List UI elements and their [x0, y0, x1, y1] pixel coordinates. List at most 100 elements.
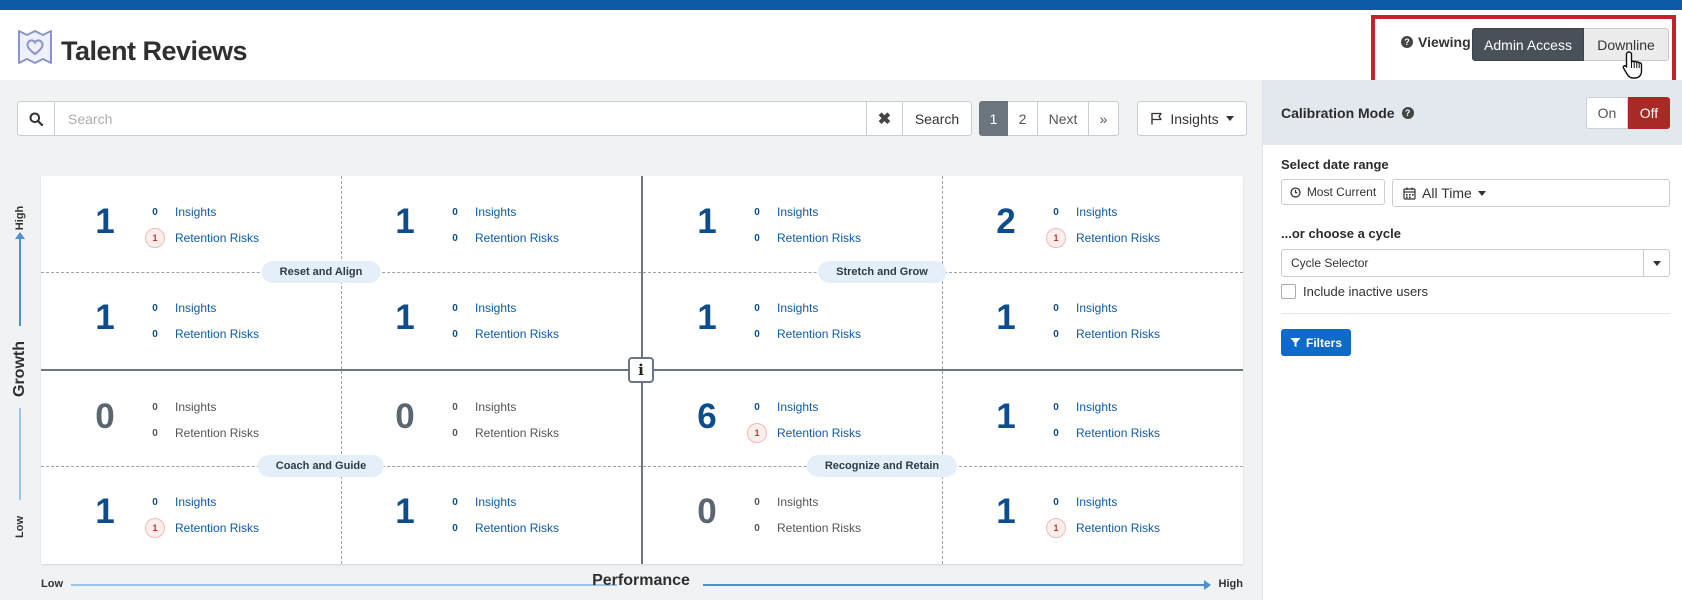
retention-risks-metric: 0 Retention Risks [1046, 423, 1160, 443]
insights-metric-label[interactable]: Insights [1076, 495, 1117, 509]
retention-risks-metric-label[interactable]: Retention Risks [1076, 327, 1160, 341]
cell-count[interactable]: 1 [986, 397, 1026, 437]
clear-search-icon[interactable]: ✖ [866, 102, 902, 135]
calibration-off-button[interactable]: Off [1628, 97, 1670, 129]
insights-metric-value: 0 [754, 496, 760, 508]
grid-cell[interactable]: 1 0 Insights 0 Retention Risks [643, 176, 943, 273]
cell-count[interactable]: 6 [687, 397, 727, 437]
grid-cell[interactable]: 1 0 Insights 1 Retention Risks [41, 176, 341, 273]
growth-axis-line-upper [19, 238, 21, 326]
search-input[interactable] [56, 102, 884, 135]
filters-button[interactable]: Filters [1281, 329, 1351, 356]
last-page-button[interactable]: » [1089, 101, 1119, 136]
cell-count[interactable]: 1 [385, 298, 425, 338]
insights-metric-label[interactable]: Insights [777, 301, 818, 315]
retention-risks-metric-label[interactable]: Retention Risks [777, 426, 861, 440]
cell-count[interactable]: 1 [687, 298, 727, 338]
retention-risks-metric-value: 1 [1046, 228, 1066, 248]
grid-cell[interactable]: 1 0 Insights 0 Retention Risks [643, 272, 943, 369]
include-inactive-checkbox[interactable] [1281, 284, 1296, 299]
cycle-selector[interactable]: Cycle Selector [1281, 249, 1644, 277]
insights-metric-label[interactable]: Insights [777, 205, 818, 219]
admin-access-button[interactable]: Admin Access [1472, 28, 1584, 61]
insights-metric-label[interactable]: Insights [175, 205, 216, 219]
cell-count[interactable]: 1 [385, 492, 425, 532]
next-page-button[interactable]: Next [1038, 101, 1089, 136]
grid-cell[interactable]: 1 0 Insights 0 Retention Risks [41, 272, 341, 369]
cell-count[interactable]: 1 [85, 202, 125, 242]
insights-metric-label[interactable]: Insights [475, 205, 516, 219]
insights-metric: 0 Insights [1046, 492, 1117, 512]
retention-risks-metric[interactable]: 1 Retention Risks [1046, 228, 1160, 248]
retention-risks-metric-label[interactable]: Retention Risks [475, 327, 559, 341]
retention-risks-metric-label[interactable]: Retention Risks [1076, 426, 1160, 440]
retention-risks-metric-label[interactable]: Retention Risks [1076, 231, 1160, 245]
grid-cell[interactable]: 1 0 Insights 1 Retention Risks [41, 466, 341, 563]
retention-risks-metric-label[interactable]: Retention Risks [175, 231, 259, 245]
retention-risks-metric-value: 0 [754, 232, 760, 244]
insights-metric-label[interactable]: Insights [1076, 301, 1117, 315]
cell-count[interactable]: 1 [85, 492, 125, 532]
insights-metric: 0 Insights [145, 397, 216, 417]
cell-count[interactable]: 1 [385, 202, 425, 242]
grid-cell[interactable]: 1 0 Insights 0 Retention Risks [341, 466, 641, 563]
grid-cell[interactable]: 6 0 Insights 1 Retention Risks [643, 371, 943, 468]
grid-cell[interactable]: 1 0 Insights 0 Retention Risks [341, 176, 641, 273]
retention-risks-metric-label[interactable]: Retention Risks [777, 327, 861, 341]
retention-risks-metric-label[interactable]: Retention Risks [475, 521, 559, 535]
grid-cell[interactable]: 1 0 Insights 0 Retention Risks [341, 272, 641, 369]
chevron-down-icon [1477, 190, 1486, 196]
cell-count[interactable]: 1 [986, 492, 1026, 532]
cell-count[interactable]: 0 [85, 397, 125, 437]
grid-cell[interactable]: 0 0 Insights 0 Retention Risks [643, 466, 943, 563]
main-panel: ✖ Search 1 2 Next » Insights High Growth… [0, 80, 1262, 600]
calibration-on-button[interactable]: On [1586, 97, 1628, 129]
search-button[interactable]: Search [902, 102, 971, 135]
insights-metric: 0 Insights [747, 397, 818, 417]
insights-metric-label[interactable]: Insights [475, 301, 516, 315]
retention-risks-metric[interactable]: 1 Retention Risks [145, 518, 259, 538]
grid-cell[interactable]: 2 0 Insights 1 Retention Risks [942, 176, 1242, 273]
performance-axis-low-label: Low [41, 578, 63, 590]
cell-count[interactable]: 1 [986, 298, 1026, 338]
retention-risks-metric-label[interactable]: Retention Risks [175, 327, 259, 341]
growth-axis: High Growth Low [10, 176, 30, 564]
retention-risks-metric-label[interactable]: Retention Risks [1076, 521, 1160, 535]
cell-count[interactable]: 1 [85, 298, 125, 338]
insights-metric-label[interactable]: Insights [1076, 400, 1117, 414]
help-icon[interactable]: ? [1401, 107, 1414, 119]
insights-metric-label[interactable]: Insights [475, 495, 516, 509]
insights-metric-label[interactable]: Insights [175, 495, 216, 509]
most-current-label: Most Current [1306, 185, 1377, 199]
insights-metric-label[interactable]: Insights [175, 301, 216, 315]
grid-cell[interactable]: 0 0 Insights 0 Retention Risks [41, 371, 341, 468]
cell-count[interactable]: 0 [385, 397, 425, 437]
retention-risks-metric-label[interactable]: Retention Risks [475, 231, 559, 245]
page-1-button[interactable]: 1 [979, 101, 1008, 136]
help-icon[interactable]: ? [1401, 36, 1413, 48]
most-current-button[interactable]: Most Current [1281, 179, 1385, 205]
cell-count[interactable]: 2 [986, 202, 1026, 242]
cell-count[interactable]: 1 [687, 202, 727, 242]
grid-cell[interactable]: 0 0 Insights 0 Retention Risks [341, 371, 641, 468]
cell-count[interactable]: 0 [687, 492, 727, 532]
retention-risks-metric[interactable]: 1 Retention Risks [1046, 518, 1160, 538]
retention-risks-metric-value: 0 [452, 232, 458, 244]
retention-risks-metric[interactable]: 1 Retention Risks [747, 423, 861, 443]
grid-cell[interactable]: 1 0 Insights 0 Retention Risks [942, 272, 1242, 369]
retention-risks-metric-label[interactable]: Retention Risks [175, 521, 259, 535]
grid-cell[interactable]: 1 0 Insights 1 Retention Risks [942, 466, 1242, 563]
insights-metric-label[interactable]: Insights [1076, 205, 1117, 219]
cycle-selector-toggle[interactable] [1643, 249, 1670, 277]
retention-risks-metric[interactable]: 1 Retention Risks [145, 228, 259, 248]
date-range-dropdown[interactable]: All Time [1392, 179, 1670, 207]
search-icon[interactable] [18, 102, 55, 135]
retention-risks-metric-label[interactable]: Retention Risks [777, 231, 861, 245]
grid-cell[interactable]: 1 0 Insights 0 Retention Risks [942, 371, 1242, 468]
insights-dropdown[interactable]: Insights [1137, 101, 1247, 136]
insights-metric-label[interactable]: Insights [777, 400, 818, 414]
info-icon[interactable]: i [628, 357, 654, 383]
insights-metric: 0 Insights [747, 298, 818, 318]
performance-axis-high-label: High [1218, 578, 1243, 590]
page-2-button[interactable]: 2 [1008, 101, 1038, 136]
